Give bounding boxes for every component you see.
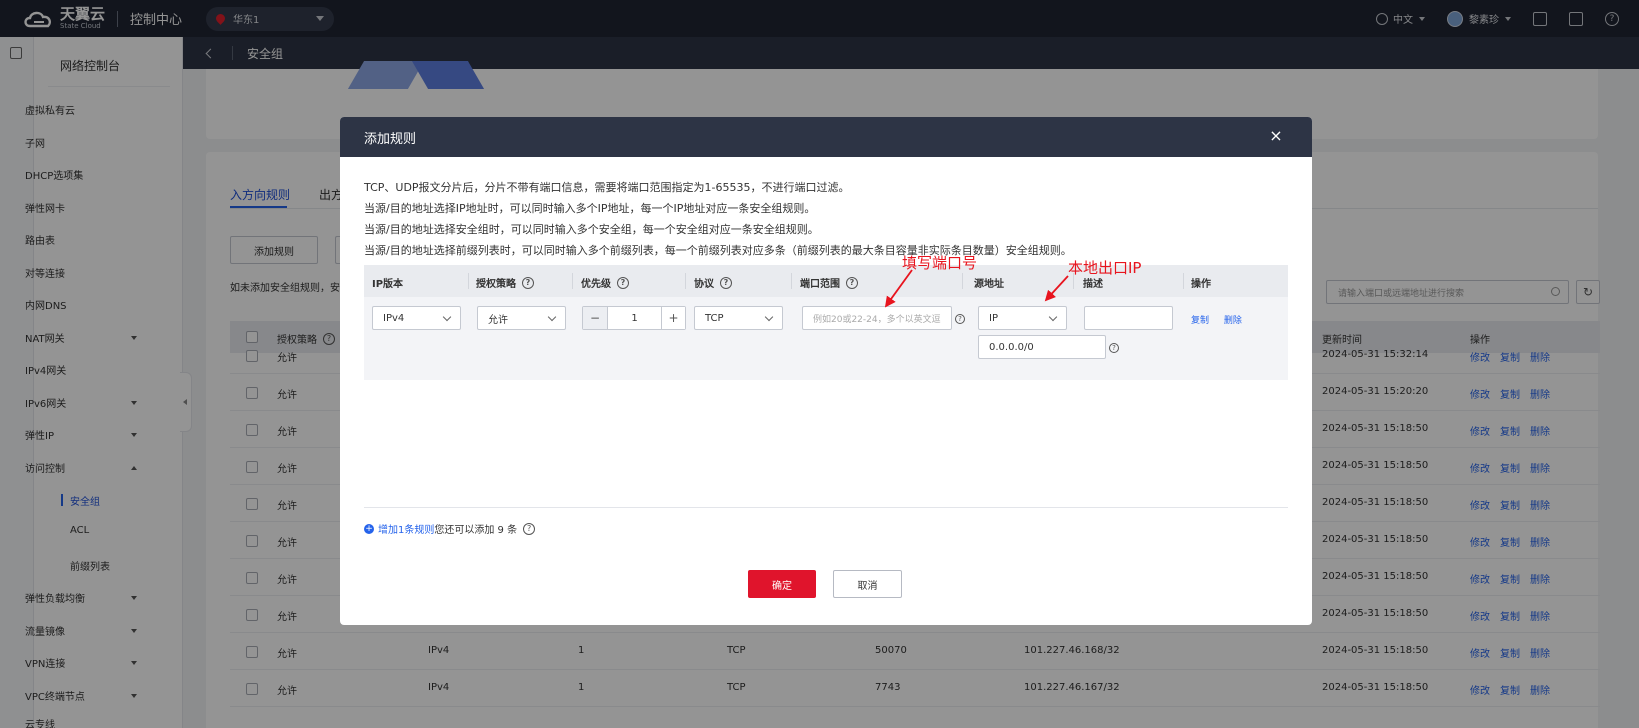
port-range-input[interactable]: 例如20或22-24，多个以英文逗 [802,306,952,330]
add-rule-row: + 增加1条规则 您还可以添加 9 条 ? [364,521,536,536]
dialog-title: 添加规则 [364,131,417,147]
chevron-down-icon [547,312,557,322]
select-value: TCP [705,312,724,324]
divider [1183,273,1184,289]
rule-form-header: IP版本 授权策略? 优先级? 协议? 端口范围? 源地址 描述 操作 [364,265,1288,297]
row-actions: 复制 删除 [1191,313,1254,326]
priority-stepper[interactable]: − 1 + [582,306,686,330]
header-priority: 优先级? [581,275,629,290]
rule-form-table: IP版本 授权策略? 优先级? 协议? 端口范围? 源地址 描述 操作 IPv4… [364,265,1288,380]
note-line: TCP、UDP报文分片后，分片不带有端口信息，需要将端口范围指定为1-65535… [364,181,850,194]
help-icon[interactable]: ? [522,276,534,289]
divider [962,273,963,289]
help-icon[interactable]: ? [1109,343,1119,353]
chevron-down-icon [764,312,774,322]
chevron-down-icon [1048,312,1058,322]
help-icon[interactable]: ? [523,522,536,535]
source-ip-input[interactable]: 0.0.0.0/0 [978,335,1106,359]
plus-icon[interactable]: + [364,523,374,534]
note-line: 当源/目的地址选择IP地址时，可以同时输入多个IP地址，每一个IP地址对应一条安… [364,202,816,215]
decrement-button[interactable]: − [583,307,607,329]
header-label: IP版本 [372,279,404,290]
header-actions: 操作 [1191,275,1211,290]
header-label: 协议 [694,279,714,290]
delete-rule-link[interactable]: 删除 [1224,316,1242,326]
source-type-select[interactable]: IP [978,306,1067,330]
divider [364,507,1288,508]
header-label: 优先级 [581,279,611,290]
annotation-local-ip: 本地出口IP [1068,259,1142,277]
remaining-count: 您还可以添加 9 条 [434,525,518,536]
header-label: 授权策略 [476,279,516,290]
input-placeholder: 例如20或22-24，多个以英文逗 [813,314,941,325]
cancel-button[interactable]: 取消 [833,570,902,598]
confirm-button[interactable]: 确定 [748,570,816,598]
select-value: IP [989,312,998,324]
help-icon[interactable]: ? [617,276,629,289]
divider [468,273,469,289]
ip-version-select[interactable]: IPv4 [372,306,461,330]
dialog-header: 添加规则 × [340,117,1312,157]
select-value: 允许 [488,314,508,326]
divider [791,273,792,289]
header-port-range: 端口范围? [800,275,858,290]
increment-button[interactable]: + [661,307,685,329]
input-value: 0.0.0.0/0 [989,341,1034,353]
divider [572,273,573,289]
header-label: 操作 [1191,279,1211,290]
description-input[interactable] [1084,306,1173,330]
policy-select[interactable]: 允许 [477,306,566,330]
copy-rule-link[interactable]: 复制 [1191,316,1209,326]
header-label: 源地址 [974,279,1004,290]
help-icon[interactable]: ? [720,276,732,289]
add-rule-dialog: 添加规则 × TCP、UDP报文分片后，分片不带有端口信息，需要将端口范围指定为… [340,117,1312,625]
header-ip-version: IP版本 [372,275,403,290]
annotation-port: 填写端口号 [902,254,978,272]
chevron-down-icon [442,312,452,322]
add-one-rule-link[interactable]: 增加1条规则 [378,521,434,536]
note-line: 当源/目的地址选择安全组时，可以同时输入多个安全组，每一个安全组对应一条安全组规… [364,223,819,236]
help-icon[interactable]: ? [955,314,965,324]
header-source: 源地址 [974,275,1004,290]
header-protocol: 协议? [694,275,732,290]
protocol-select[interactable]: TCP [694,306,783,330]
select-value: IPv4 [383,312,405,324]
divider [685,273,686,289]
header-label: 端口范围 [800,279,840,290]
close-icon[interactable]: × [1268,128,1284,144]
notes-list: TCP、UDP报文分片后，分片不带有端口信息，需要将端口范围指定为1-65535… [364,177,1072,261]
priority-value[interactable]: 1 [607,307,661,329]
header-policy: 授权策略? [476,275,534,290]
help-icon[interactable]: ? [846,276,858,289]
